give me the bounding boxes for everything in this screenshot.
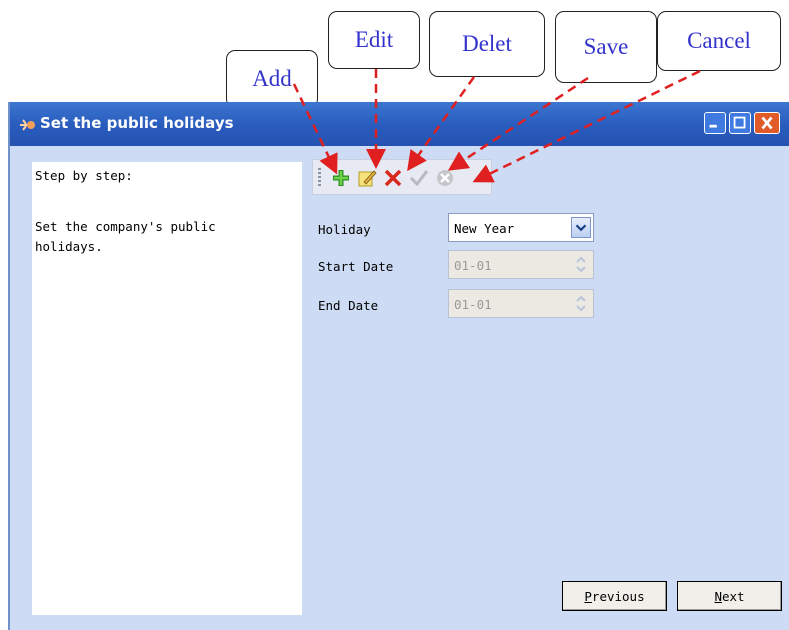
- save-callout: Save: [555, 11, 657, 83]
- dialog-window: Set the public holidays Step by step: Se…: [8, 102, 789, 630]
- edit-icon[interactable]: [357, 168, 377, 188]
- end-date-spinner-icon[interactable]: [572, 293, 590, 314]
- holiday-dropdown-button[interactable]: [571, 217, 591, 238]
- minimize-button[interactable]: [704, 112, 726, 134]
- holiday-value: New Year: [454, 221, 515, 236]
- end-date-value: 01-01: [454, 297, 492, 312]
- start-date-label: Start Date: [318, 259, 394, 274]
- holiday-select[interactable]: New Year: [448, 213, 594, 242]
- app-icon: [20, 119, 35, 131]
- close-button[interactable]: [754, 112, 780, 134]
- previous-button[interactable]: Previous: [562, 581, 667, 611]
- chevron-down-icon: [575, 224, 587, 232]
- cancel-icon[interactable]: [435, 168, 455, 188]
- next-mnemonic: N: [714, 588, 722, 604]
- help-heading: Step by step:: [35, 168, 133, 183]
- start-date-value: 01-01: [454, 258, 492, 273]
- cancel-callout: Cancel: [657, 11, 781, 71]
- maximize-icon: [733, 116, 746, 129]
- help-panel: Step by step: Set the company's public h…: [32, 162, 302, 615]
- add-icon[interactable]: [331, 168, 351, 188]
- previous-label: revious: [591, 588, 645, 604]
- holiday-label: Holiday: [318, 222, 371, 237]
- end-date-field[interactable]: 01-01: [448, 289, 594, 318]
- save-icon[interactable]: [409, 168, 429, 188]
- title-bar[interactable]: Set the public holidays: [10, 102, 789, 146]
- window-title: Set the public holidays: [40, 114, 234, 132]
- close-icon: [761, 116, 773, 130]
- next-label: ext: [721, 588, 745, 604]
- start-date-field[interactable]: 01-01: [448, 250, 594, 279]
- end-date-label: End Date: [318, 298, 379, 313]
- minimize-icon: [709, 124, 717, 128]
- toolbar-grip[interactable]: [318, 168, 321, 188]
- delete-callout: Delet: [429, 11, 545, 77]
- next-button[interactable]: Next: [677, 581, 782, 611]
- delete-icon[interactable]: [383, 168, 403, 188]
- edit-callout: Edit: [328, 11, 420, 69]
- start-date-spinner-icon[interactable]: [572, 254, 590, 275]
- record-toolbar: [312, 159, 492, 195]
- previous-mnemonic: P: [584, 588, 592, 604]
- add-callout: Add: [226, 50, 318, 108]
- help-description: Set the company's public holidays.: [35, 219, 216, 254]
- maximize-button[interactable]: [729, 112, 751, 134]
